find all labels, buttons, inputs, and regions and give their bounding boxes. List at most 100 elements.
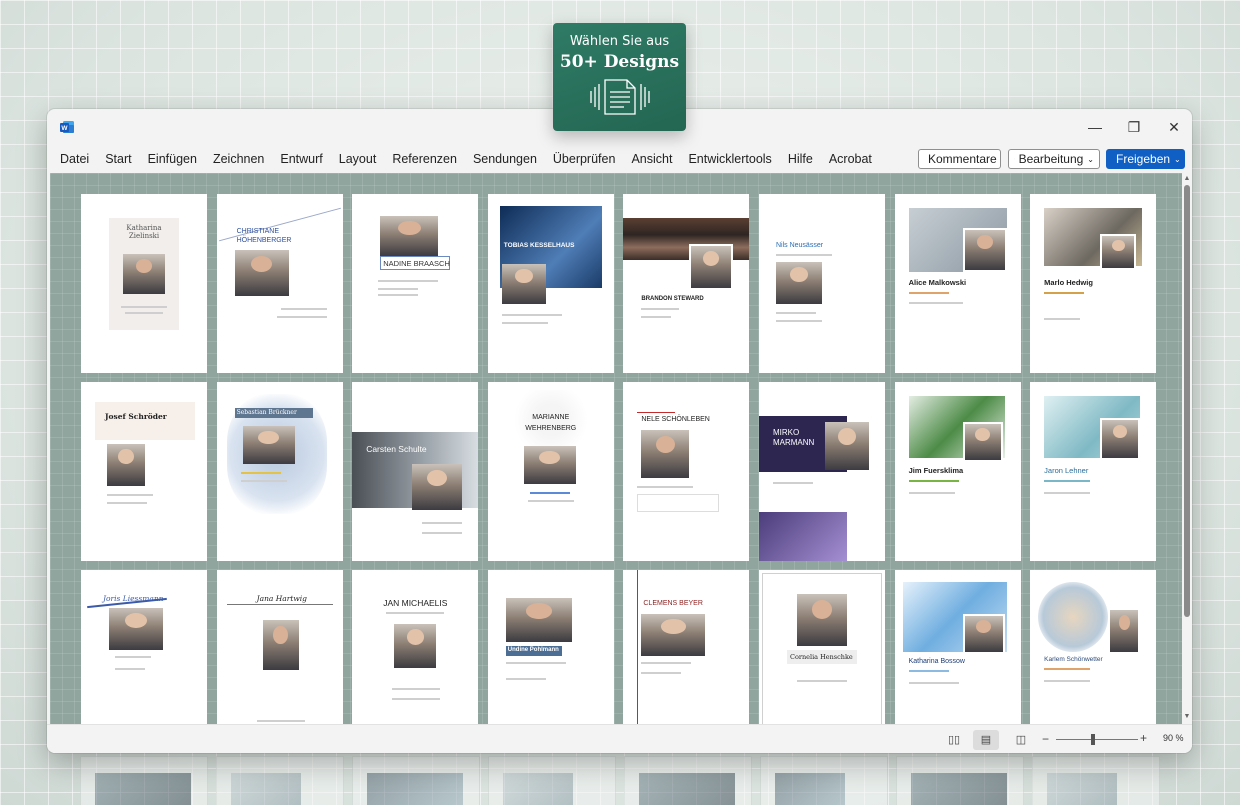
template-card[interactable]: Undine Pohlmann <box>487 570 614 724</box>
tab-acrobat[interactable]: Acrobat <box>829 152 872 166</box>
ribbon-tabs: Datei Start Einfügen Zeichnen Entwurf La… <box>47 145 1192 173</box>
tab-start[interactable]: Start <box>105 152 131 166</box>
print-layout-icon[interactable]: ▤ <box>973 730 999 750</box>
scroll-down-arrow[interactable]: ▼ <box>1183 713 1191 720</box>
tab-ansicht[interactable]: Ansicht <box>631 152 672 166</box>
tab-layout[interactable]: Layout <box>339 152 377 166</box>
template-card[interactable]: Carsten Schulte <box>352 382 479 561</box>
template-card[interactable]: Alice Malkowski <box>894 194 1021 373</box>
tab-entwicklertools[interactable]: Entwicklertools <box>688 152 771 166</box>
zoom-slider-thumb[interactable] <box>1091 734 1095 745</box>
editing-label: Bearbeitung <box>1018 152 1084 166</box>
zoom-in-button[interactable]: + <box>1140 731 1147 745</box>
status-bar: ▯▯ ▤ ◫ − + 90 % <box>47 724 1192 753</box>
template-card[interactable]: Jana Hartwig <box>216 570 343 724</box>
template-card[interactable]: TOBIAS KESSELHAUS <box>487 194 614 373</box>
template-name: TOBIAS KESSELHAUS <box>503 242 575 249</box>
template-card[interactable]: Cornelia Henschke <box>758 570 885 724</box>
background-card <box>760 756 888 805</box>
zoom-slider[interactable] <box>1056 739 1138 740</box>
template-name: Joris Liessmann <box>103 594 164 603</box>
template-card[interactable]: CHRISTIANE HÖHENBERGER <box>216 194 343 373</box>
menu-tabs: Datei Start Einfügen Zeichnen Entwurf La… <box>60 152 888 166</box>
template-card[interactable]: Katharina Zielinski <box>81 194 207 373</box>
template-name: Jana Hartwig <box>256 594 307 603</box>
template-name: Katharina Bossow <box>908 658 965 665</box>
tab-entwurf[interactable]: Entwurf <box>280 152 322 166</box>
editing-mode-button[interactable]: Bearbeitung ⌄ <box>1008 149 1100 169</box>
template-name: Josef Schröder <box>105 412 167 421</box>
template-card[interactable]: JAN MICHAELIS <box>352 570 479 724</box>
share-label: Freigeben <box>1116 152 1171 166</box>
template-card[interactable]: Nils Neusässer <box>758 194 885 373</box>
template-card[interactable]: BRANDON STEWARD <box>623 194 750 373</box>
read-mode-icon[interactable]: ▯▯ <box>941 730 967 750</box>
document-icon <box>553 78 686 116</box>
template-card[interactable]: CLEMENS BEYER <box>623 570 750 724</box>
template-card[interactable]: Josef Schröder <box>81 382 207 561</box>
template-name: MARIANNE WEHRENBERG <box>525 414 577 432</box>
template-name: Nils Neusässer <box>775 242 824 249</box>
comments-button[interactable]: Kommentare <box>918 149 1001 169</box>
template-card[interactable]: Marlo Hedwig <box>1030 194 1157 373</box>
pencil-icon <box>1014 158 1015 160</box>
template-card[interactable]: MIRKO MARMANN <box>758 382 885 561</box>
badge-subtitle: Wählen Sie aus <box>569 34 670 49</box>
template-card[interactable]: Jim Fuersklima <box>894 382 1021 561</box>
tab-sendungen[interactable]: Sendungen <box>473 152 537 166</box>
background-card <box>216 756 344 805</box>
tab-zeichnen[interactable]: Zeichnen <box>213 152 264 166</box>
background-card <box>488 756 616 805</box>
template-card[interactable]: MARIANNE WEHRENBERG <box>487 382 614 561</box>
badge-title: 50+ Designs <box>559 52 680 72</box>
template-card[interactable]: Jaron Lehner <box>1030 382 1157 561</box>
template-card[interactable]: Joris Liessmann <box>81 570 207 724</box>
chevron-down-icon: ⌄ <box>1174 154 1181 164</box>
template-card[interactable]: NADINE BRAASCH <box>352 194 479 373</box>
template-name: Cornelia Henschke <box>789 653 853 661</box>
svg-text:W: W <box>61 125 68 132</box>
template-name: Jaron Lehner <box>1044 466 1089 475</box>
share-button[interactable]: Freigeben ⌄ <box>1106 149 1185 169</box>
template-card[interactable]: Sebastian Brückner <box>216 382 343 561</box>
document-canvas[interactable]: Katharina Zielinski CHRISTIANE HÖHENBERG… <box>50 173 1182 724</box>
vertical-scrollbar[interactable]: ▲ ▼ <box>1182 173 1192 724</box>
template-name: CLEMENS BEYER <box>643 600 703 607</box>
designs-badge: Wählen Sie aus 50+ Designs <box>553 23 686 131</box>
template-name: Alice Malkowski <box>908 278 967 287</box>
background-card <box>624 756 752 805</box>
template-grid: Katharina Zielinski CHRISTIANE HÖHENBERG… <box>81 194 1161 724</box>
comments-label: Kommentare <box>928 152 997 166</box>
scroll-thumb[interactable] <box>1184 185 1190 617</box>
template-name: Jim Fuersklima <box>908 466 964 475</box>
close-button[interactable]: ✕ <box>1164 117 1184 137</box>
web-layout-icon[interactable]: ◫ <box>1008 730 1034 750</box>
template-name: Sebastian Brückner <box>236 409 297 416</box>
zoom-level[interactable]: 90 % <box>1163 733 1184 743</box>
tab-hilfe[interactable]: Hilfe <box>788 152 813 166</box>
template-name: Katharina Zielinski <box>126 224 162 240</box>
tab-einfuegen[interactable]: Einfügen <box>148 152 197 166</box>
template-name: NELE SCHÖNLEBEN <box>641 416 710 423</box>
template-name: MIRKO MARMANN <box>772 428 815 447</box>
template-card[interactable]: NELE SCHÖNLEBEN <box>623 382 750 561</box>
background-card <box>1032 756 1160 805</box>
template-card[interactable]: Katharina Bossow <box>894 570 1021 724</box>
scroll-up-arrow[interactable]: ▲ <box>1183 175 1191 182</box>
tab-ueberpruefen[interactable]: Überprüfen <box>553 152 616 166</box>
background-card <box>80 756 208 805</box>
minimize-button[interactable]: — <box>1085 117 1105 137</box>
template-card[interactable]: Karlem Schönwetter <box>1030 570 1157 724</box>
word-logo-icon: W <box>60 121 74 133</box>
tab-referenzen[interactable]: Referenzen <box>392 152 457 166</box>
restore-button[interactable]: ❐ <box>1124 117 1144 137</box>
background-template-row <box>80 756 1160 805</box>
template-name: Marlo Hedwig <box>1044 278 1093 287</box>
chevron-down-icon: ⌄ <box>1087 154 1094 164</box>
zoom-out-button[interactable]: − <box>1042 732 1049 746</box>
template-name: Karlem Schönwetter <box>1044 656 1103 663</box>
template-name: BRANDON STEWARD <box>641 296 704 302</box>
template-name: Undine Pohlmann <box>507 647 559 653</box>
tab-datei[interactable]: Datei <box>60 152 89 166</box>
template-name: NADINE BRAASCH <box>383 259 450 268</box>
